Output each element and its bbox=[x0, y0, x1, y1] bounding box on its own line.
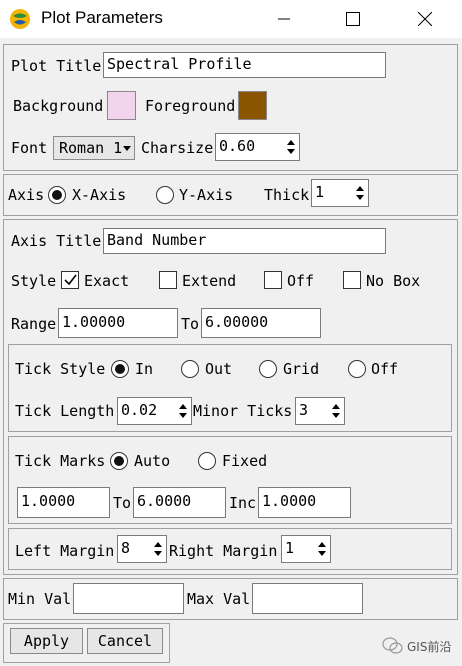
charsize-label: Charsize bbox=[141, 139, 214, 157]
minor-ticks-label: Minor Ticks bbox=[193, 402, 293, 420]
close-button[interactable] bbox=[402, 0, 448, 38]
spinner-arrows-icon bbox=[332, 404, 340, 418]
maximize-button[interactable] bbox=[330, 0, 376, 38]
apply-button[interactable]: Apply bbox=[10, 628, 83, 654]
cancel-button[interactable]: Cancel bbox=[87, 628, 163, 654]
app-logo-icon bbox=[10, 9, 30, 29]
axis-title-label: Axis Title bbox=[11, 232, 102, 250]
title-bar: Plot Parameters bbox=[0, 0, 462, 38]
y-axis-label: Y-Axis bbox=[179, 186, 234, 204]
wechat-icon bbox=[382, 637, 403, 654]
charsize-spinner[interactable]: 0.60 bbox=[215, 133, 300, 161]
plot-title-label: Plot Title bbox=[11, 57, 102, 75]
no-box-checkbox[interactable] bbox=[343, 271, 361, 289]
left-margin-label: Left Margin bbox=[15, 542, 115, 560]
minimize-button[interactable] bbox=[261, 0, 307, 38]
tick-auto-label: Auto bbox=[134, 452, 171, 470]
tick-length-label: Tick Length bbox=[15, 402, 115, 420]
font-dropdown[interactable]: Roman 1 bbox=[53, 136, 135, 160]
left-margin-spinner[interactable]: 8 bbox=[117, 535, 167, 563]
thick-spinner[interactable]: 1 bbox=[311, 179, 369, 207]
tick-length-spinner[interactable]: 0.02 bbox=[117, 397, 192, 425]
right-margin-spinner[interactable]: 1 bbox=[281, 535, 331, 563]
minor-ticks-value: 3 bbox=[299, 401, 309, 419]
charsize-value: 0.60 bbox=[219, 137, 256, 155]
right-margin-label: Right Margin bbox=[169, 542, 278, 560]
tick-grid-radio[interactable] bbox=[259, 360, 277, 378]
tick-to-label: To bbox=[113, 494, 132, 512]
range-to-label: To bbox=[181, 315, 200, 333]
tick-out-radio[interactable] bbox=[181, 360, 199, 378]
no-box-label: No Box bbox=[366, 272, 421, 290]
tick-out-label: Out bbox=[205, 360, 233, 378]
extend-label: Extend bbox=[182, 272, 237, 290]
tick-marks-label: Tick Marks bbox=[15, 452, 106, 470]
x-axis-label: X-Axis bbox=[72, 186, 127, 204]
spinner-arrows-icon bbox=[154, 542, 162, 556]
right-margin-value: 1 bbox=[285, 539, 295, 557]
close-icon bbox=[418, 12, 432, 26]
tick-off-radio[interactable] bbox=[348, 360, 366, 378]
tick-style-label: Tick Style bbox=[15, 360, 106, 378]
foreground-color-button[interactable] bbox=[238, 91, 267, 120]
spinner-arrows-icon bbox=[179, 404, 187, 418]
tick-length-value: 0.02 bbox=[121, 401, 158, 419]
y-axis-radio[interactable] bbox=[156, 186, 174, 204]
tick-fixed-radio[interactable] bbox=[198, 452, 216, 470]
foreground-label: Foreground bbox=[145, 97, 236, 115]
minor-ticks-spinner[interactable]: 3 bbox=[295, 397, 345, 425]
thick-value: 1 bbox=[315, 183, 325, 201]
maximize-icon bbox=[346, 12, 360, 26]
range-to-input[interactable]: 6.00000 bbox=[201, 308, 321, 338]
range-from-input[interactable]: 1.00000 bbox=[58, 308, 178, 338]
watermark-text: GIS前沿 bbox=[407, 640, 452, 654]
background-label: Background bbox=[13, 97, 104, 115]
check-icon bbox=[64, 274, 77, 286]
minimize-icon bbox=[278, 18, 290, 20]
off-label: Off bbox=[287, 272, 315, 290]
axis-title-input[interactable]: Band Number bbox=[103, 228, 386, 254]
tick-grid-label: Grid bbox=[283, 360, 320, 378]
spinner-arrows-icon bbox=[356, 186, 364, 200]
left-margin-value: 8 bbox=[121, 539, 131, 557]
inc-input[interactable]: 1.0000 bbox=[258, 487, 351, 518]
max-val-label: Max Val bbox=[187, 590, 251, 608]
range-label: Range bbox=[11, 315, 57, 333]
off-checkbox[interactable] bbox=[264, 271, 282, 289]
chevron-down-icon bbox=[123, 146, 131, 151]
axis-label: Axis bbox=[8, 186, 45, 204]
tick-fixed-label: Fixed bbox=[222, 452, 268, 470]
min-val-label: Min Val bbox=[8, 590, 72, 608]
x-axis-radio[interactable] bbox=[48, 186, 66, 204]
tick-in-radio[interactable] bbox=[111, 360, 129, 378]
background-color-button[interactable] bbox=[107, 91, 136, 120]
thick-label: Thick bbox=[264, 186, 310, 204]
style-label: Style bbox=[11, 272, 57, 290]
tick-auto-radio[interactable] bbox=[110, 452, 128, 470]
tick-off-label: Off bbox=[371, 360, 399, 378]
exact-label: Exact bbox=[84, 272, 130, 290]
spinner-arrows-icon bbox=[287, 140, 295, 154]
window-title: Plot Parameters bbox=[41, 8, 163, 27]
tick-from-input[interactable]: 1.0000 bbox=[17, 487, 110, 518]
exact-checkbox[interactable] bbox=[61, 271, 79, 289]
min-val-input[interactable] bbox=[73, 583, 184, 614]
tick-in-label: In bbox=[135, 360, 154, 378]
tick-to-input[interactable]: 6.0000 bbox=[133, 487, 226, 518]
max-val-input[interactable] bbox=[252, 583, 363, 614]
extend-checkbox[interactable] bbox=[159, 271, 177, 289]
spinner-arrows-icon bbox=[318, 542, 326, 556]
font-value: Roman 1 bbox=[59, 139, 123, 157]
plot-title-input[interactable]: Spectral Profile bbox=[103, 52, 386, 78]
font-label: Font bbox=[11, 139, 48, 157]
inc-label: Inc bbox=[229, 494, 257, 512]
